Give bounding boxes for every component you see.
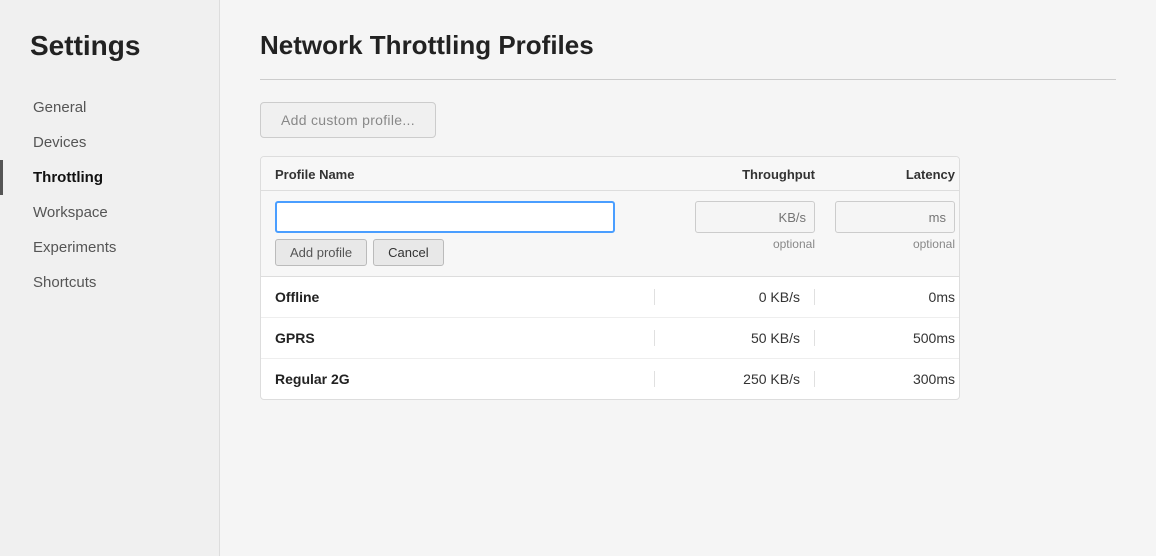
profile-name-input-wrap: Add profile Cancel	[275, 201, 655, 266]
sidebar: Settings General Devices Throttling Work…	[0, 0, 220, 556]
table-row: Offline 0 KB/s 0ms	[261, 277, 959, 318]
profile-name-cell: Regular 2G	[275, 371, 655, 387]
section-divider	[260, 79, 1116, 80]
throughput-optional-label: optional	[773, 237, 815, 251]
add-profile-button[interactable]: Add profile	[275, 239, 367, 266]
main-content: Network Throttling Profiles Add custom p…	[220, 0, 1156, 556]
sidebar-item-label: Throttling	[33, 169, 103, 186]
latency-cell: 300ms	[815, 371, 955, 387]
add-profile-row: Add profile Cancel optional optional	[261, 191, 959, 277]
latency-cell: 0ms	[815, 289, 955, 305]
throughput-cell: 250 KB/s	[655, 371, 815, 387]
sidebar-item-general[interactable]: General	[0, 90, 219, 125]
sidebar-item-experiments[interactable]: Experiments	[0, 230, 219, 265]
profile-name-input[interactable]	[275, 201, 615, 233]
latency-input[interactable]	[835, 201, 955, 233]
sidebar-item-label: Experiments	[33, 239, 116, 256]
profiles-table: Profile Name Throughput Latency Add prof…	[260, 156, 960, 400]
sidebar-nav: General Devices Throttling Workspace Exp…	[0, 90, 219, 300]
profile-name-cell: Offline	[275, 289, 655, 305]
col-header-latency: Latency	[815, 167, 955, 182]
latency-input-wrap: optional	[815, 201, 955, 251]
sidebar-item-label: General	[33, 99, 86, 116]
sidebar-item-devices[interactable]: Devices	[0, 125, 219, 160]
throughput-cell: 0 KB/s	[655, 289, 815, 305]
sidebar-item-label: Shortcuts	[33, 274, 96, 291]
sidebar-item-label: Workspace	[33, 204, 108, 221]
latency-cell: 500ms	[815, 330, 955, 346]
add-row-buttons: Add profile Cancel	[275, 239, 655, 266]
add-custom-profile-button[interactable]: Add custom profile...	[260, 102, 436, 138]
col-header-throughput: Throughput	[655, 167, 815, 182]
sidebar-item-label: Devices	[33, 134, 86, 151]
profile-name-cell: GPRS	[275, 330, 655, 346]
table-header: Profile Name Throughput Latency	[261, 157, 959, 191]
throughput-input-wrap: optional	[655, 201, 815, 251]
throughput-input[interactable]	[695, 201, 815, 233]
col-header-profile-name: Profile Name	[275, 167, 655, 182]
table-row: Regular 2G 250 KB/s 300ms	[261, 359, 959, 399]
table-row: GPRS 50 KB/s 500ms	[261, 318, 959, 359]
sidebar-item-workspace[interactable]: Workspace	[0, 195, 219, 230]
sidebar-item-shortcuts[interactable]: Shortcuts	[0, 265, 219, 300]
page-title: Network Throttling Profiles	[260, 30, 1116, 61]
sidebar-item-throttling[interactable]: Throttling	[0, 160, 219, 195]
cancel-button[interactable]: Cancel	[373, 239, 443, 266]
latency-optional-label: optional	[913, 237, 955, 251]
throughput-cell: 50 KB/s	[655, 330, 815, 346]
sidebar-title: Settings	[0, 30, 219, 90]
